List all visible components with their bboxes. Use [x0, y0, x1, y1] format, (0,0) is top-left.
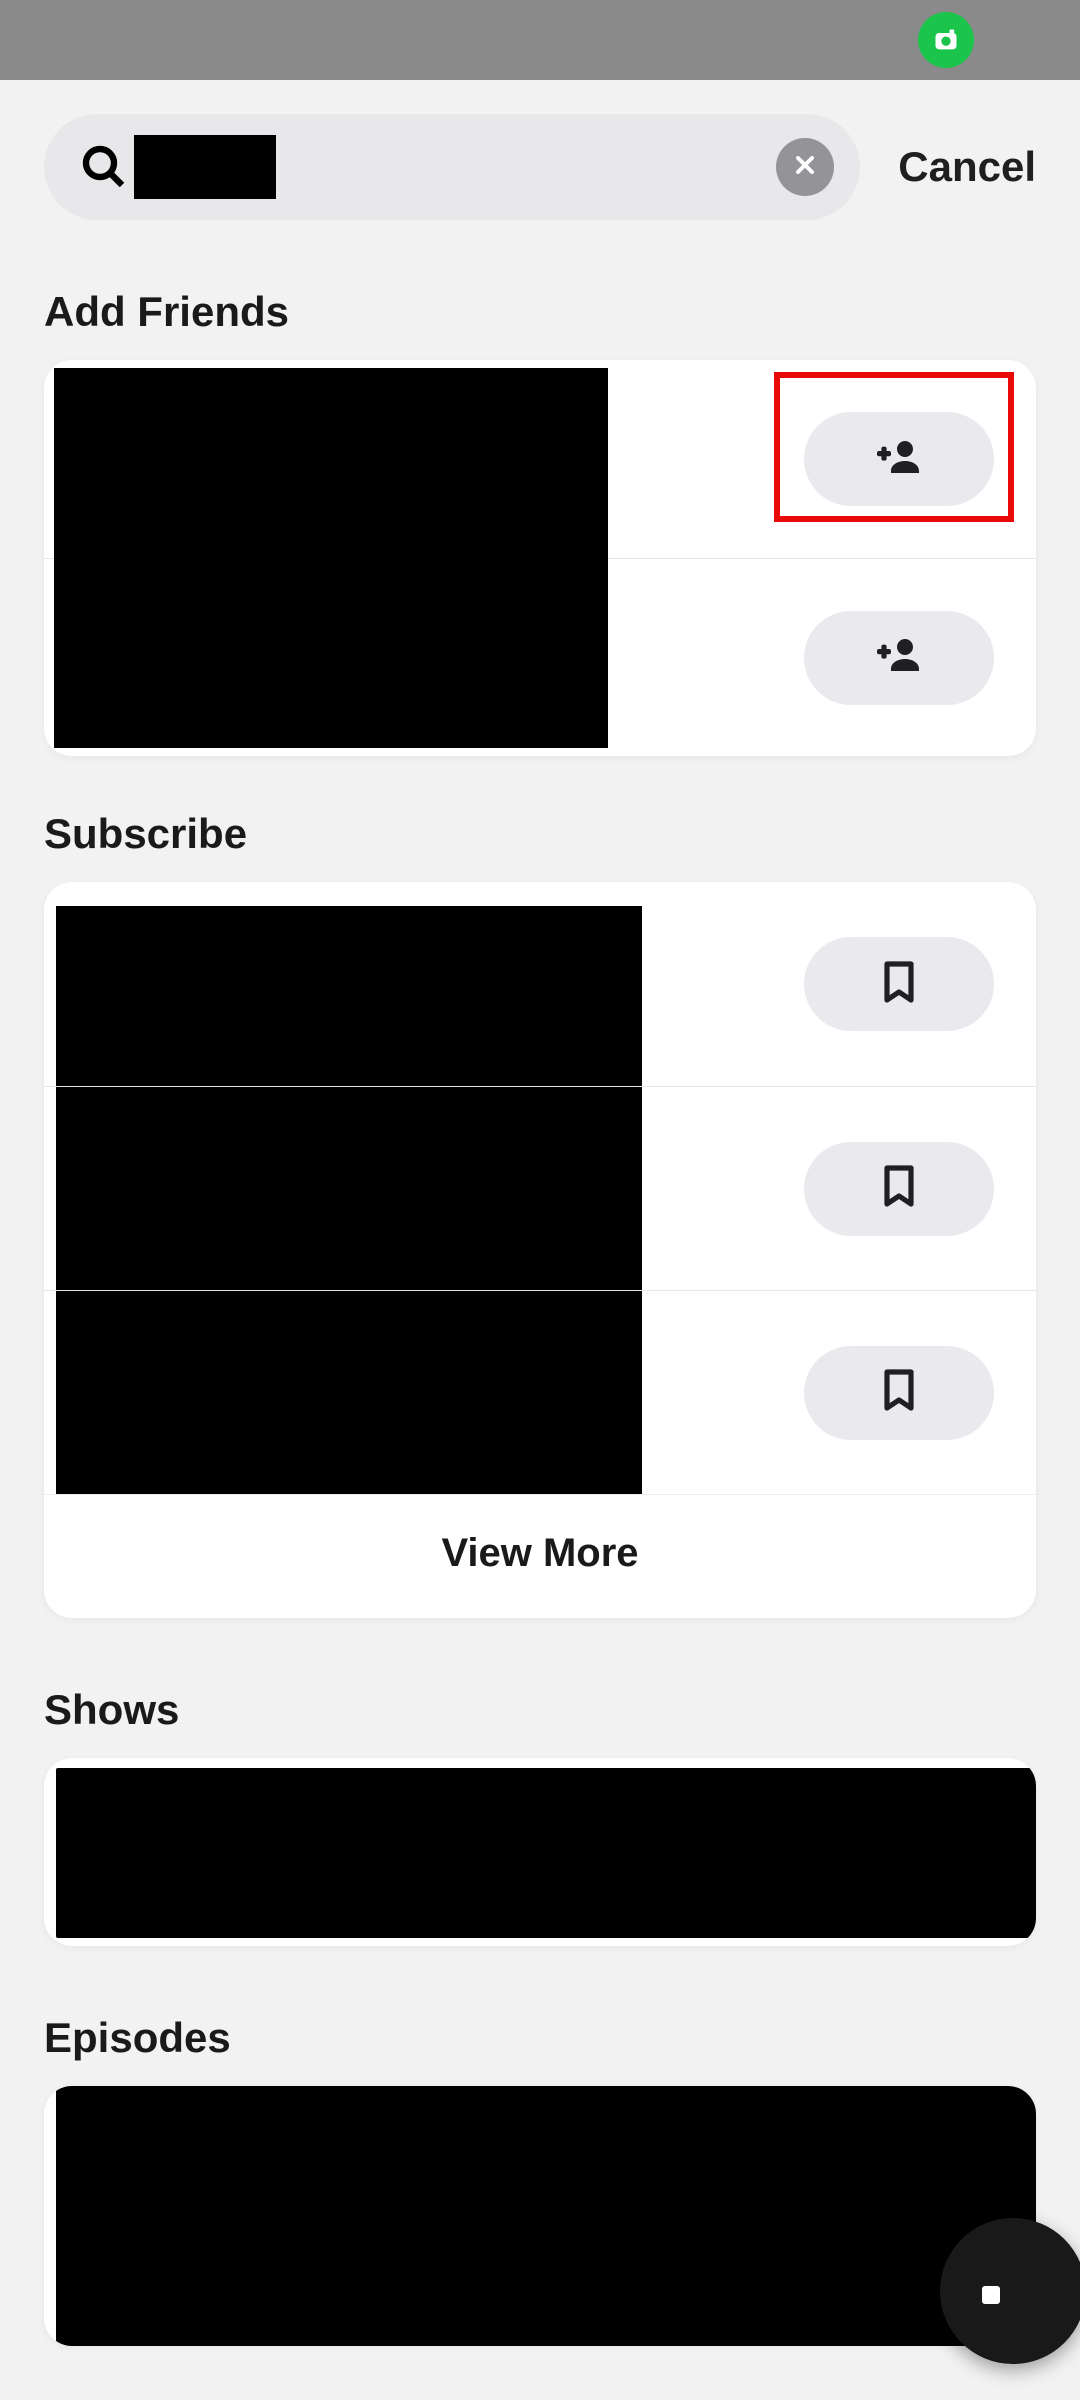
redacted-content	[54, 551, 608, 748]
section-header-subscribe: Subscribe	[44, 810, 1036, 858]
subscribe-button[interactable]	[804, 937, 994, 1031]
status-bar	[0, 0, 1080, 80]
search-icon	[80, 143, 128, 191]
redacted-content	[56, 906, 642, 1086]
subscribe-result-row[interactable]	[44, 882, 1036, 1086]
status-camera-icon	[918, 12, 974, 68]
friend-result-row[interactable]	[44, 558, 1036, 756]
close-icon	[793, 153, 817, 182]
subscribe-result-row[interactable]	[44, 1086, 1036, 1290]
bookmark-icon	[875, 958, 923, 1011]
add-friend-button[interactable]	[804, 412, 994, 506]
shows-card[interactable]	[44, 1758, 1036, 1946]
redacted-content	[54, 368, 608, 566]
subscribe-button[interactable]	[804, 1142, 994, 1236]
section-header-shows: Shows	[44, 1686, 1036, 1734]
friend-result-row[interactable]	[44, 360, 1036, 558]
episodes-card[interactable]	[44, 2086, 1036, 2346]
bookmark-icon	[875, 1162, 923, 1215]
floating-action-button[interactable]	[940, 2218, 1080, 2364]
search-bar[interactable]	[44, 114, 860, 220]
search-input[interactable]	[134, 135, 276, 199]
subscribe-result-row[interactable]	[44, 1290, 1036, 1494]
add-friend-icon	[875, 631, 923, 684]
add-friend-button[interactable]	[804, 611, 994, 705]
view-more-button[interactable]: View More	[44, 1494, 1036, 1618]
redacted-content	[56, 1291, 642, 1494]
cancel-button[interactable]: Cancel	[898, 143, 1036, 191]
section-header-add-friends: Add Friends	[44, 288, 1036, 336]
section-header-episodes: Episodes	[44, 2014, 1036, 2062]
redacted-content	[56, 1087, 642, 1290]
subscribe-card: View More	[44, 882, 1036, 1618]
add-friends-card	[44, 360, 1036, 756]
add-friend-icon	[875, 433, 923, 486]
subscribe-button[interactable]	[804, 1346, 994, 1440]
clear-search-button[interactable]	[776, 138, 834, 196]
fab-icon	[982, 2286, 1000, 2304]
redacted-content	[56, 2086, 1036, 2346]
bookmark-icon	[875, 1366, 923, 1419]
redacted-content	[56, 1768, 1036, 1938]
search-row: Cancel	[44, 114, 1036, 220]
